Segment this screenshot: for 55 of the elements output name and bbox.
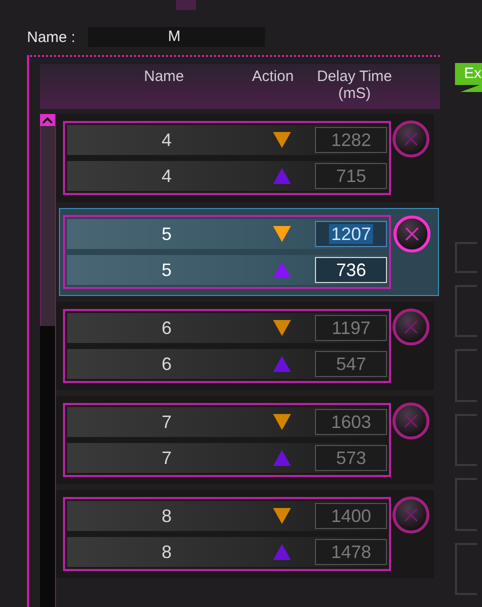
delete-icon[interactable]: [393, 215, 431, 253]
column-header: Action: [252, 68, 294, 85]
macro-group[interactable]: 8 1400 8 1478: [56, 490, 434, 578]
delay-field[interactable]: 1207: [315, 221, 388, 247]
up-triangle-icon: [272, 543, 292, 561]
down-triangle-icon: [272, 413, 292, 431]
key-name: 4: [160, 166, 173, 186]
scrollbar[interactable]: [40, 114, 56, 607]
down-triangle-icon: [272, 507, 292, 525]
delete-icon[interactable]: [392, 402, 430, 440]
down-triangle-icon: [272, 319, 292, 337]
side-button[interactable]: [455, 349, 477, 402]
macro-group[interactable]: 5 1207 5 736: [59, 208, 439, 296]
delay-field[interactable]: 1603: [315, 409, 388, 435]
key-name: 5: [160, 224, 173, 244]
name-field[interactable]: M: [88, 27, 265, 47]
down-triangle-icon: [272, 225, 292, 243]
up-triangle-icon: [272, 449, 292, 467]
export-button[interactable]: Ex: [455, 63, 482, 85]
delay-field[interactable]: 573: [315, 445, 388, 471]
side-button[interactable]: [455, 285, 477, 338]
delay-field[interactable]: 736: [315, 257, 388, 283]
scroll-up-button[interactable]: [40, 114, 55, 126]
delete-icon[interactable]: [392, 120, 430, 158]
key-name: 4: [160, 130, 173, 150]
key-name: 7: [160, 448, 173, 468]
delay-field[interactable]: 1400: [315, 503, 388, 529]
key-name: 8: [160, 542, 173, 562]
delay-field[interactable]: 1282: [315, 127, 388, 153]
tab-swatch[interactable]: [176, 0, 196, 10]
delay-field[interactable]: 1478: [315, 539, 388, 565]
key-name: 7: [160, 412, 173, 432]
delay-field[interactable]: 715: [315, 163, 388, 189]
side-button[interactable]: [455, 242, 477, 274]
key-name: 6: [160, 318, 173, 338]
name-label: Name :: [27, 28, 76, 46]
key-name: 5: [160, 260, 173, 280]
macro-group[interactable]: 7 1603 7 573: [56, 396, 434, 484]
column-header: Delay Time (mS): [317, 68, 392, 102]
macro-group[interactable]: 4 1282 4 715: [56, 114, 434, 202]
up-triangle-icon: [272, 355, 292, 373]
key-name: 8: [160, 506, 173, 526]
up-triangle-icon: [272, 261, 292, 279]
side-button[interactable]: [455, 542, 477, 596]
side-button[interactable]: [455, 414, 477, 466]
delay-field[interactable]: 547: [315, 351, 388, 377]
side-button[interactable]: [455, 478, 477, 531]
key-name: 6: [160, 354, 173, 374]
macro-group[interactable]: 6 1197 6 547: [56, 302, 434, 390]
column-header: Name: [144, 68, 184, 85]
down-triangle-icon: [272, 131, 292, 149]
delete-icon[interactable]: [392, 496, 430, 534]
up-triangle-icon: [272, 167, 292, 185]
delete-icon[interactable]: [392, 308, 430, 346]
delay-field[interactable]: 1197: [315, 315, 388, 341]
